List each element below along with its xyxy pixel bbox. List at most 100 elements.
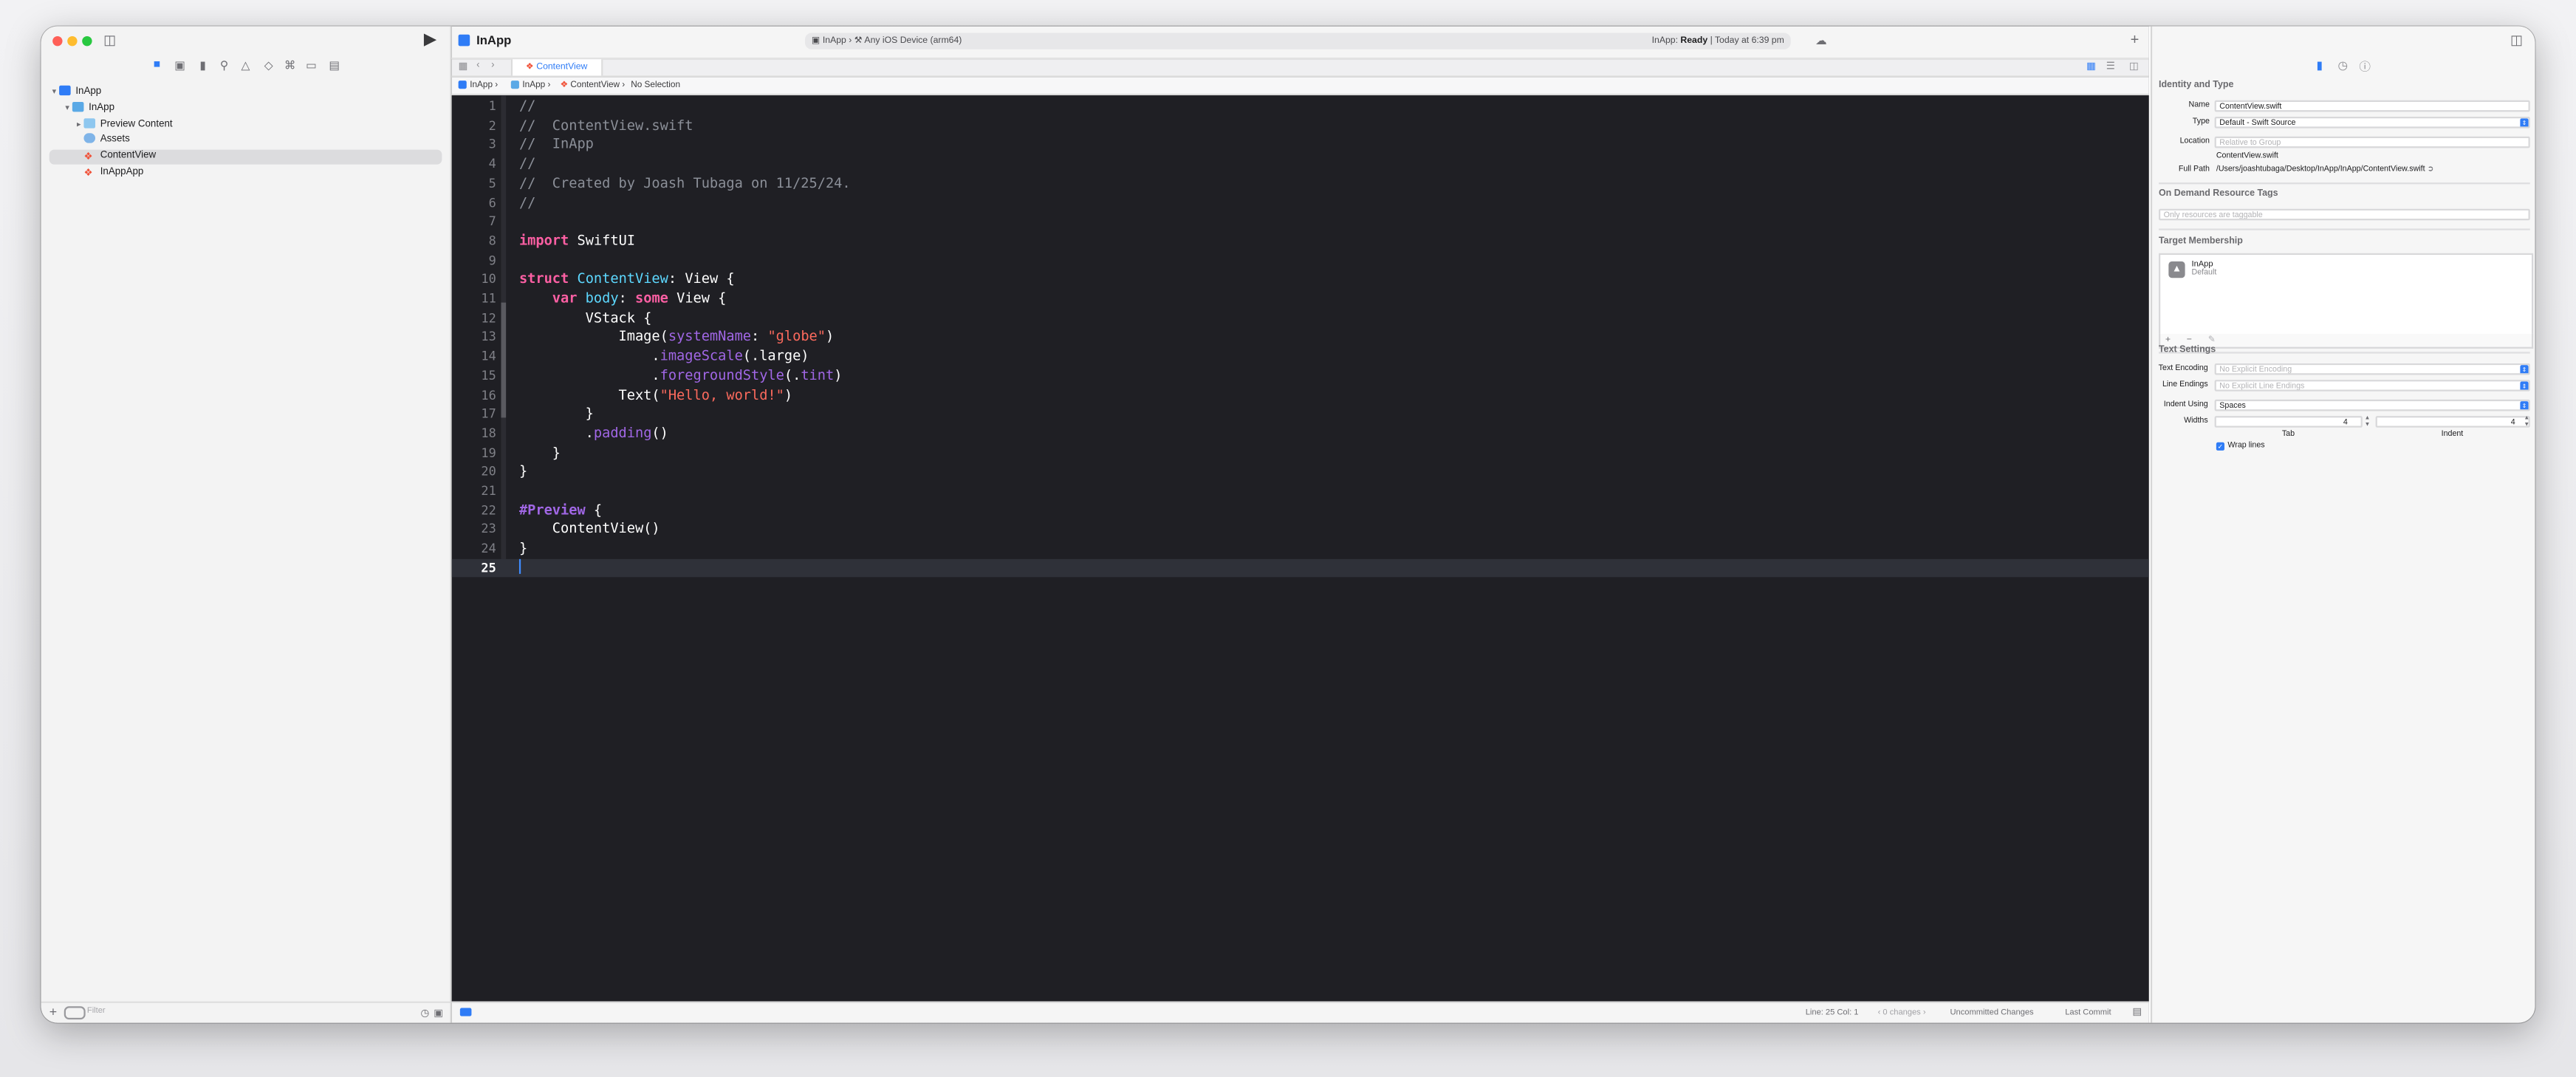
source-control-navigator-icon[interactable]: ▣	[173, 59, 188, 72]
zoom-window-button[interactable]	[82, 35, 92, 47]
cloud-icon[interactable]: ☁	[1815, 35, 1827, 51]
breadcrumb-group[interactable]: InApp ›	[510, 78, 550, 94]
find-navigator-icon[interactable]: ⚲	[217, 59, 232, 72]
forward-icon[interactable]: ›	[491, 61, 494, 70]
breadcrumb-project[interactable]: InApp ›	[458, 78, 498, 94]
widths-label: Widths	[2184, 417, 2208, 426]
chevron-updown-icon: ⇕	[2520, 401, 2529, 410]
comment: //	[518, 154, 536, 171]
debug-area-toggle-icon[interactable]	[459, 1008, 472, 1016]
scheme-selector[interactable]: ▣ InApp › ⚒ Any iOS Device (arm64)	[812, 33, 962, 49]
disclosure-closed-icon[interactable]: ▸	[74, 118, 83, 133]
code-line: 22 #Preview {	[452, 501, 2149, 520]
changes-nav[interactable]: ‹ 0 changes ›	[1878, 1003, 1926, 1023]
code-line: 9	[452, 251, 2149, 270]
filter-options-icon[interactable]	[64, 1006, 86, 1020]
last-commit-button[interactable]: Last Commit	[2065, 1003, 2111, 1023]
app-icon	[458, 81, 467, 89]
source-control-filter-icon[interactable]: ▣	[434, 1006, 443, 1022]
uncommitted-changes-button[interactable]: Uncommitted Changes	[1950, 1003, 2033, 1023]
code-text: ()	[651, 424, 668, 441]
minimize-window-button[interactable]	[67, 35, 78, 47]
navigator-filter-input[interactable]: Filter	[64, 1006, 424, 1020]
debug-navigator-icon[interactable]: ⌘	[283, 59, 298, 72]
target-name[interactable]: InApp	[2191, 260, 2213, 270]
tab-width-stepper[interactable]: ▲ ▼	[2364, 415, 2371, 428]
line-endings-popup[interactable]: No Explicit Line Endings ⇕	[2214, 380, 2530, 392]
breadcrumb-file[interactable]: ❖ ContentView ›	[561, 78, 626, 94]
breakpoint-navigator-icon[interactable]: ▭	[304, 59, 319, 72]
code-text: ContentView()	[518, 520, 660, 537]
canvas-toggle-icon[interactable]: ▦	[2086, 61, 2096, 72]
code-text: .	[518, 346, 660, 364]
tree-item-contentview[interactable]: ❖ ContentView	[49, 149, 442, 165]
indent-using-popup[interactable]: Spaces ⇕	[2214, 399, 2530, 411]
code-text: .	[518, 366, 660, 383]
breadcrumb-label: InApp	[470, 81, 493, 91]
disclosure-open-icon[interactable]: ▾	[49, 86, 59, 100]
help-inspector-icon[interactable]: ⓘ	[2359, 59, 2371, 75]
code-line: 5 // Created by Joash Tubaga on 11/25/24.	[452, 174, 2149, 194]
inspector-toggle-icon[interactable]: ◫	[2510, 33, 2523, 49]
line-number: 5	[488, 175, 496, 191]
test-navigator-icon[interactable]: ◇	[261, 59, 276, 72]
type-value: Default - Swift Source	[2219, 120, 2296, 129]
location-popup[interactable]: Relative to Group	[2214, 136, 2530, 148]
add-library-button[interactable]: +	[2131, 31, 2140, 47]
code-line: 18 .padding()	[452, 424, 2149, 443]
wrap-lines-checkbox[interactable]: ✓	[2216, 442, 2224, 451]
tree-item-inappapp[interactable]: ❖ InAppApp	[83, 166, 143, 181]
code-text: }	[518, 443, 561, 460]
issue-navigator-icon[interactable]: △	[239, 59, 253, 72]
breadcrumb-symbol[interactable]: No Selection	[631, 78, 680, 94]
project-navigator: ◫ ■ ▣ ▮ ⚲ △ ◇ ⌘ ▭ ▤ ▾ InApp ▾ InApp ▸ Previ…	[41, 26, 452, 1023]
bookmark-navigator-icon[interactable]: ▮	[196, 59, 210, 72]
disclosure-open-icon[interactable]: ▾	[63, 102, 72, 117]
code-text: Text(	[518, 385, 660, 403]
encoding-popup[interactable]: No Explicit Encoding ⇕	[2214, 363, 2530, 375]
folder-navigator-icon[interactable]: ■	[149, 59, 164, 71]
code-line: 1 //	[452, 97, 2149, 116]
indent-width-field[interactable]: 4	[2375, 416, 2530, 428]
back-icon[interactable]: ‹	[476, 61, 479, 70]
recent-files-icon[interactable]: ◷	[420, 1006, 429, 1022]
report-navigator-icon[interactable]: ▤	[327, 59, 342, 72]
line-number: 21	[481, 483, 496, 499]
type-popup[interactable]: Default - Swift Source ⇕	[2214, 117, 2530, 129]
code-text: )	[825, 327, 835, 345]
history-inspector-icon[interactable]: ◷	[2337, 59, 2348, 72]
activity-view[interactable]: ▣ InApp › ⚒ Any iOS Device (arm64) InApp…	[805, 33, 1791, 49]
app-icon	[458, 34, 470, 47]
tree-item-preview-content[interactable]: ▸ Preview Content	[74, 118, 173, 133]
chevron-updown-icon: ⇕	[2520, 381, 2529, 390]
tab-width-value: 4	[2343, 419, 2348, 428]
tree-item-project[interactable]: ▾ InApp	[49, 85, 101, 100]
split-editor-icon[interactable]: ◫	[2129, 61, 2139, 72]
tree-item-group-inapp[interactable]: ▾ InApp	[63, 102, 114, 117]
property-name: body	[577, 289, 619, 307]
comment: //	[518, 97, 536, 114]
grid-icon[interactable]: ▦	[459, 61, 468, 72]
line-number: 1	[488, 98, 496, 114]
code-line: 2 // ContentView.swift	[452, 116, 2149, 135]
sidebar-toggle-icon[interactable]: ◫	[103, 33, 116, 49]
line-endings-label: Line Endings	[2162, 381, 2208, 390]
section-title-target: Target Membership	[2158, 236, 2243, 247]
source-editor[interactable]: 1 // 2 // ContentView.swift 3 // InApp 4 // …	[451, 95, 2149, 1002]
tab-width-field[interactable]: 4	[2214, 416, 2363, 428]
editor-options-icon[interactable]: ☰	[2106, 61, 2115, 72]
indent-width-stepper[interactable]: ▲ ▼	[2524, 415, 2530, 428]
name-field[interactable]: ContentView.swift	[2214, 100, 2530, 112]
reveal-in-finder-icon[interactable]: ➲	[2428, 166, 2434, 174]
add-file-button[interactable]: +	[49, 1005, 57, 1019]
run-button[interactable]: ▶	[424, 31, 436, 49]
tree-item-assets[interactable]: Assets	[83, 133, 130, 148]
file-inspector-icon[interactable]: ▮	[2317, 59, 2323, 72]
minimap-toggle-icon[interactable]: ▤	[2132, 1003, 2142, 1023]
section-title-identity: Identity and Type	[2158, 81, 2234, 91]
close-window-button[interactable]	[52, 35, 63, 47]
odr-tags-field[interactable]: Only resources are taggable	[2158, 208, 2530, 221]
tab-contentview[interactable]: ❖ ContentView	[510, 59, 603, 76]
code-text: }	[518, 539, 528, 556]
current-code-line[interactable]: 25	[451, 558, 2149, 578]
